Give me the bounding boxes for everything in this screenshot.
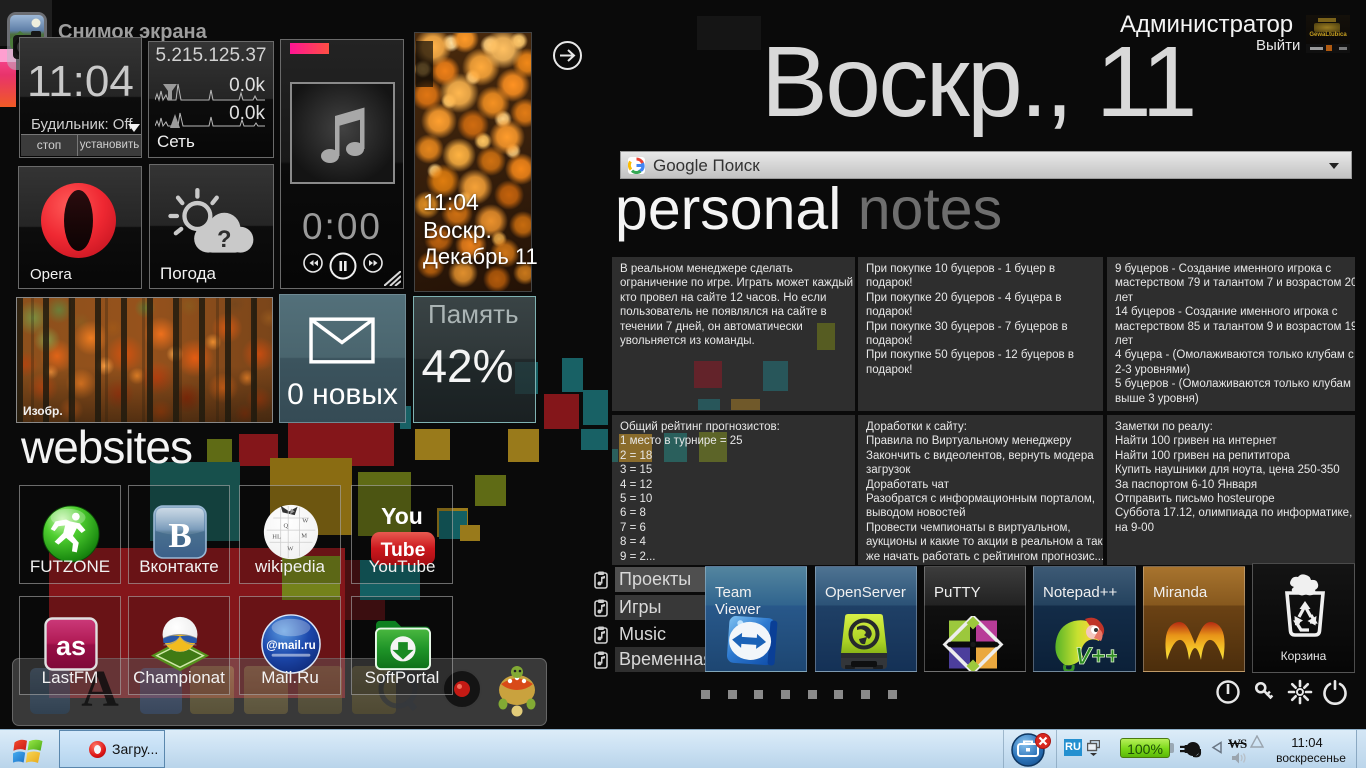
svg-text:as: as: [56, 631, 86, 661]
svg-text:M: M: [301, 533, 307, 540]
svg-text:?: ?: [217, 227, 231, 253]
svg-text:HL: HL: [272, 534, 281, 541]
svg-text:V++: V++: [1075, 643, 1117, 670]
svg-text:Q: Q: [284, 522, 289, 529]
svg-text:@mail.ru: @mail.ru: [266, 639, 315, 652]
svg-text:W: W: [287, 546, 294, 553]
svg-text:W: W: [302, 518, 309, 525]
svg-text:В: В: [168, 516, 191, 555]
